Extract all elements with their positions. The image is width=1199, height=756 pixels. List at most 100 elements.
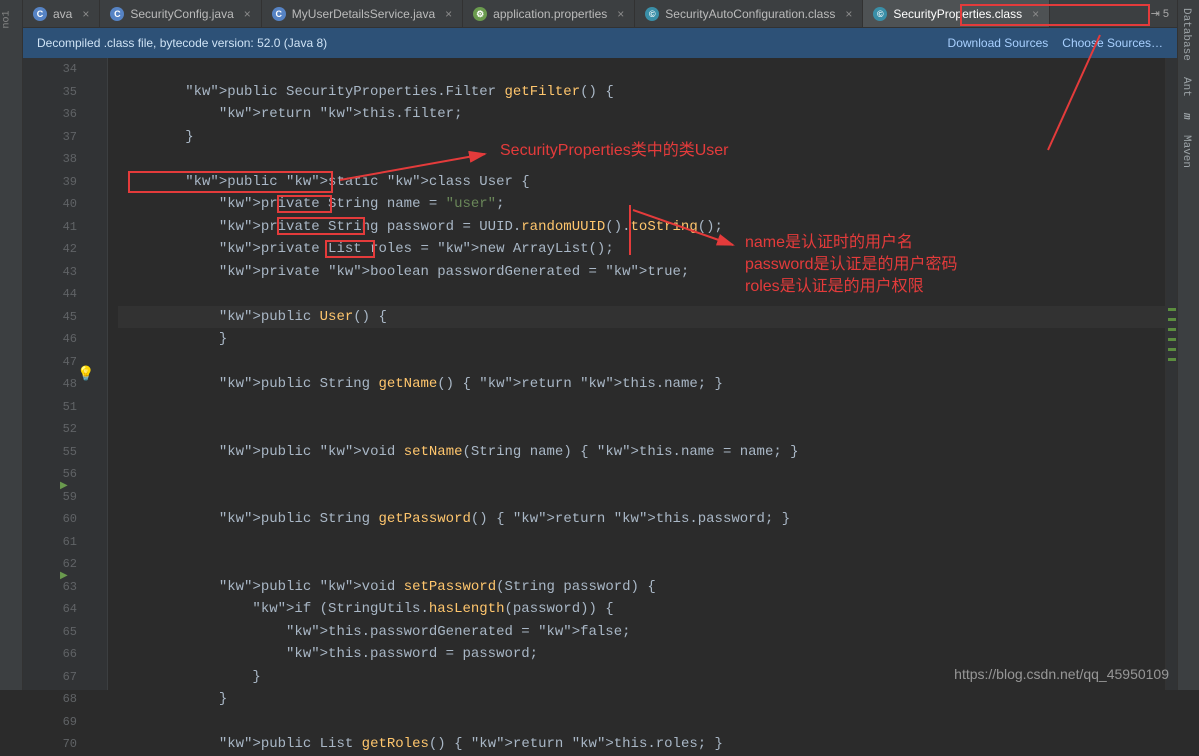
line-number: 47 bbox=[23, 351, 77, 374]
close-icon[interactable]: × bbox=[1032, 7, 1039, 21]
file-icon: C bbox=[272, 7, 286, 21]
code-line[interactable] bbox=[118, 711, 1177, 734]
tab-label: SecurityConfig.java bbox=[130, 7, 233, 21]
tab-overflow[interactable]: ⇥ 5 bbox=[1143, 0, 1177, 27]
line-number: 62 bbox=[23, 553, 77, 576]
right-tool-strip: Database Ant m Maven bbox=[1177, 0, 1199, 690]
line-number: 45 bbox=[23, 306, 77, 329]
line-number: 38 bbox=[23, 148, 77, 171]
code-line[interactable]: "kw">private String name = "user"; bbox=[118, 193, 1177, 216]
line-number: 44 bbox=[23, 283, 77, 306]
tab-securityproperties-class[interactable]: ©SecurityProperties.class× bbox=[863, 0, 1050, 27]
code-line[interactable]: } bbox=[118, 126, 1177, 149]
code-line[interactable]: "kw">public String getName() { "kw">retu… bbox=[118, 373, 1177, 396]
watermark: https://blog.csdn.net/qq_45950109 bbox=[954, 666, 1169, 682]
tab-securityautoconfiguration-class[interactable]: © SecurityAutoConfiguration.class × bbox=[635, 0, 863, 27]
decompiled-banner: Decompiled .class file, bytecode version… bbox=[23, 28, 1177, 58]
tab-label: SecurityAutoConfiguration.class bbox=[665, 7, 835, 21]
tab-application-properties[interactable]: ⚙ application.properties × bbox=[463, 0, 635, 27]
close-icon[interactable]: × bbox=[82, 7, 89, 21]
tool-database[interactable]: Database bbox=[1178, 0, 1194, 69]
code-line[interactable] bbox=[118, 148, 1177, 171]
code-line[interactable]: "kw">public User() { bbox=[118, 306, 1177, 329]
code-line[interactable]: "kw">if (StringUtils.hasLength(password)… bbox=[118, 598, 1177, 621]
tab-myuserdetailsservice-java[interactable]: C MyUserDetailsService.java × bbox=[262, 0, 463, 27]
tool-maven[interactable]: Maven bbox=[1178, 127, 1194, 176]
download-sources-link[interactable]: Download Sources bbox=[948, 36, 1049, 50]
code-line[interactable] bbox=[118, 486, 1177, 509]
close-icon[interactable]: × bbox=[244, 7, 251, 21]
line-number: 68 bbox=[23, 688, 77, 711]
code-line[interactable]: "kw">public SecurityProperties.Filter ge… bbox=[118, 81, 1177, 104]
banner-text: Decompiled .class file, bytecode version… bbox=[37, 36, 327, 50]
code-line[interactable] bbox=[118, 351, 1177, 374]
tool-ant[interactable]: Ant bbox=[1178, 69, 1194, 105]
line-number: 69 bbox=[23, 711, 77, 734]
line-number: 42 bbox=[23, 238, 77, 261]
line-number: 66 bbox=[23, 643, 77, 666]
tool-m[interactable]: m bbox=[1178, 105, 1194, 128]
line-number: 37 bbox=[23, 126, 77, 149]
tab-label: application.properties bbox=[493, 7, 607, 21]
tab-label: ava bbox=[53, 7, 72, 21]
close-icon[interactable]: × bbox=[845, 7, 852, 21]
line-number: 46 bbox=[23, 328, 77, 351]
line-number: 34 bbox=[23, 58, 77, 81]
code-line[interactable]: "kw">this.passwordGenerated = "kw">false… bbox=[118, 621, 1177, 644]
code-line[interactable]: "kw">public "kw">void setPassword(String… bbox=[118, 576, 1177, 599]
code-line[interactable]: } bbox=[118, 328, 1177, 351]
line-number: 48 bbox=[23, 373, 77, 396]
line-number: 65 bbox=[23, 621, 77, 644]
code-line[interactable]: "kw">this.password = password; bbox=[118, 643, 1177, 666]
line-number: 67 bbox=[23, 666, 77, 689]
file-icon: C bbox=[110, 7, 124, 21]
code-line[interactable]: "kw">private String password = UUID.rand… bbox=[118, 216, 1177, 239]
code-area[interactable]: "kw">public SecurityProperties.Filter ge… bbox=[108, 58, 1177, 690]
code-line[interactable]: "kw">public List getRoles() { "kw">retur… bbox=[118, 733, 1177, 756]
line-number: 70 bbox=[23, 733, 77, 756]
close-icon[interactable]: × bbox=[445, 7, 452, 21]
editor-tabs: Cava×CSecurityConfig.java×CMyUserDetails… bbox=[23, 0, 1177, 28]
line-number: 39 bbox=[23, 171, 77, 194]
line-number: 35 bbox=[23, 81, 77, 104]
line-number: 63 bbox=[23, 576, 77, 599]
tab-ava[interactable]: Cava× bbox=[23, 0, 100, 27]
code-line[interactable] bbox=[118, 283, 1177, 306]
line-numbers-gutter: 3435363738394041424344454647485152555659… bbox=[23, 58, 108, 690]
code-line[interactable]: "kw">public "kw">void setName(String nam… bbox=[118, 441, 1177, 464]
code-editor[interactable]: 3435363738394041424344454647485152555659… bbox=[23, 58, 1177, 690]
code-line[interactable]: "kw">private "kw">boolean passwordGenera… bbox=[118, 261, 1177, 284]
code-line[interactable]: "kw">return "kw">this.filter; bbox=[118, 103, 1177, 126]
line-number: 60 bbox=[23, 508, 77, 531]
code-line[interactable] bbox=[118, 58, 1177, 81]
line-number: 41 bbox=[23, 216, 77, 239]
code-line[interactable]: "kw">public String getPassword() { "kw">… bbox=[118, 508, 1177, 531]
file-icon: ⚙ bbox=[473, 7, 487, 21]
code-line[interactable]: "kw">public "kw">static "kw">class User … bbox=[118, 171, 1177, 194]
code-line[interactable] bbox=[118, 463, 1177, 486]
tab-label: SecurityProperties.class bbox=[893, 7, 1022, 21]
line-number: 59 bbox=[23, 486, 77, 509]
file-icon: © bbox=[645, 7, 659, 21]
code-line[interactable]: } bbox=[118, 688, 1177, 711]
code-line[interactable] bbox=[118, 553, 1177, 576]
tab-label: MyUserDetailsService.java bbox=[292, 7, 435, 21]
intention-bulb-icon[interactable]: 💡 bbox=[77, 366, 94, 383]
line-number: 43 bbox=[23, 261, 77, 284]
choose-sources-link[interactable]: Choose Sources… bbox=[1062, 36, 1163, 50]
left-strip-label: no1 bbox=[2, 10, 13, 28]
line-number: 52 bbox=[23, 418, 77, 441]
line-number: 55 bbox=[23, 441, 77, 464]
line-number: 61 bbox=[23, 531, 77, 554]
code-line[interactable] bbox=[118, 531, 1177, 554]
code-line[interactable]: "kw">private List roles = "kw">new Array… bbox=[118, 238, 1177, 261]
code-line[interactable] bbox=[118, 418, 1177, 441]
line-number: 64 bbox=[23, 598, 77, 621]
line-number: 40 bbox=[23, 193, 77, 216]
tab-securityconfig-java[interactable]: C SecurityConfig.java × bbox=[100, 0, 261, 27]
error-stripe[interactable] bbox=[1165, 58, 1177, 690]
code-line[interactable] bbox=[118, 396, 1177, 419]
run-gutter-icon[interactable]: ▶ bbox=[60, 480, 68, 492]
run-gutter-icon[interactable]: ▶ bbox=[60, 570, 68, 582]
close-icon[interactable]: × bbox=[617, 7, 624, 21]
